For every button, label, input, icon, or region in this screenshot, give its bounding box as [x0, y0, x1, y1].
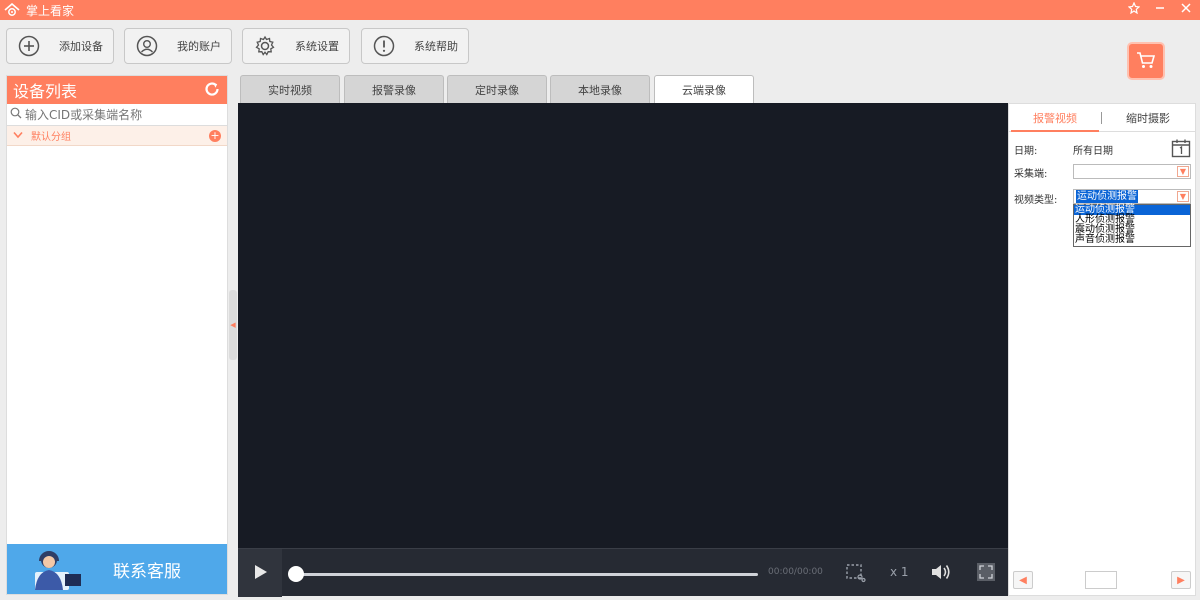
- video-type-label: 视频类型:: [1014, 195, 1058, 206]
- minimize-icon[interactable]: [1154, 2, 1166, 18]
- customer-service-agent-icon: [7, 544, 97, 594]
- active-tab-underline: [1011, 130, 1099, 132]
- collector-select[interactable]: ▼: [1073, 164, 1191, 179]
- system-help-label: 系统帮助: [414, 40, 458, 53]
- device-group-row[interactable]: 默认分组 +: [7, 126, 227, 146]
- help-icon: [372, 34, 396, 58]
- add-group-icon[interactable]: +: [209, 129, 221, 142]
- gear-icon: [253, 34, 277, 58]
- play-icon: [251, 563, 269, 584]
- tab-local-recording[interactable]: 本地录像: [550, 75, 650, 103]
- window-title: 掌上看家: [26, 3, 75, 18]
- device-search-input[interactable]: [25, 107, 215, 122]
- fullscreen-icon: [976, 562, 996, 585]
- collector-label: 采集端:: [1014, 169, 1048, 180]
- device-list-title: 设备列表: [13, 82, 78, 101]
- device-group-label: 默认分组: [31, 132, 71, 143]
- video-type-select[interactable]: 运动侦测报警 ▼: [1073, 189, 1191, 204]
- next-page-button[interactable]: ▶: [1171, 571, 1191, 589]
- page-indicator: [1085, 571, 1117, 589]
- tab-cloud-recording[interactable]: 云端录像: [654, 75, 754, 104]
- screenshot-icon: [844, 561, 866, 586]
- volume-icon: [930, 562, 952, 585]
- tab-alarm-recording[interactable]: 报警录像: [344, 75, 444, 103]
- app-logo-icon: [2, 0, 22, 20]
- search-icon: [10, 107, 22, 122]
- customer-service-banner[interactable]: 联系客服: [7, 544, 227, 594]
- playback-speed[interactable]: x 1: [890, 565, 909, 579]
- player-controls: 00:00/00:00 x 1: [238, 548, 1008, 597]
- system-help-button[interactable]: 系统帮助: [361, 28, 469, 64]
- toolbar: 添加设备 我的账户 系统设置 系统帮助: [0, 20, 1200, 80]
- add-device-label: 添加设备: [59, 40, 103, 53]
- fullscreen-button[interactable]: [974, 561, 998, 585]
- device-list-panel: 设备列表 默认分组 + 联系客服: [6, 75, 228, 595]
- title-bar: 掌上看家: [0, 0, 1200, 20]
- chevron-down-icon: ▼: [1177, 191, 1189, 202]
- recording-filter-panel: 报警视频 缩时摄影 日期: 所有日期 采集端: ▼ 视频类型: 运动侦测报警 ▼…: [1008, 103, 1196, 596]
- screenshot-button[interactable]: [842, 561, 868, 585]
- system-settings-button[interactable]: 系统设置: [242, 28, 350, 64]
- progress-track[interactable]: [296, 573, 758, 576]
- my-account-button[interactable]: 我的账户: [124, 28, 232, 64]
- date-value[interactable]: 所有日期: [1073, 142, 1113, 157]
- video-type-value: 运动侦测报警: [1076, 190, 1138, 203]
- chevron-right-icon: ▶: [1177, 574, 1185, 586]
- close-icon[interactable]: [1180, 2, 1192, 18]
- volume-button[interactable]: [928, 561, 954, 585]
- panel-splitter[interactable]: ◀: [229, 290, 237, 360]
- progress-knob[interactable]: [288, 566, 304, 582]
- device-search: [7, 104, 227, 126]
- pager: ◀ ▶: [1009, 567, 1195, 593]
- add-circle-icon: [17, 34, 41, 58]
- tab-timelapse[interactable]: 缩时摄影: [1102, 110, 1194, 126]
- play-button[interactable]: [238, 549, 282, 597]
- refresh-icon[interactable]: [203, 80, 221, 101]
- my-account-label: 我的账户: [177, 40, 221, 53]
- shopping-cart-button[interactable]: [1127, 42, 1165, 80]
- shopping-cart-icon: [1135, 50, 1157, 73]
- user-icon: [135, 34, 159, 58]
- system-settings-label: 系统设置: [295, 40, 339, 53]
- tab-live-video[interactable]: 实时视频: [240, 75, 340, 103]
- playback-time: 00:00/00:00: [768, 567, 823, 577]
- video-type-dropdown: 运动侦测报警 人形侦测报警 震动侦测报警 声音侦测报警: [1073, 204, 1191, 247]
- add-device-button[interactable]: 添加设备: [6, 28, 114, 64]
- date-label: 日期:: [1014, 146, 1038, 157]
- previous-page-button[interactable]: ◀: [1013, 571, 1033, 589]
- calendar-icon[interactable]: [1171, 138, 1191, 161]
- chevron-left-icon: ◀: [1019, 574, 1027, 586]
- tab-alarm-video[interactable]: 报警视频: [1009, 110, 1101, 126]
- chevron-down-icon: [13, 129, 23, 142]
- skin-icon[interactable]: [1127, 1, 1141, 18]
- video-type-option[interactable]: 声音侦测报警: [1074, 235, 1190, 245]
- tab-scheduled-recording[interactable]: 定时录像: [447, 75, 547, 103]
- filter-tabs: 报警视频 缩时摄影: [1009, 104, 1195, 132]
- device-list-header: 设备列表: [7, 76, 227, 104]
- chevron-down-icon: ▼: [1177, 166, 1189, 177]
- customer-service-label: 联系客服: [113, 561, 181, 582]
- video-display[interactable]: [238, 103, 1008, 548]
